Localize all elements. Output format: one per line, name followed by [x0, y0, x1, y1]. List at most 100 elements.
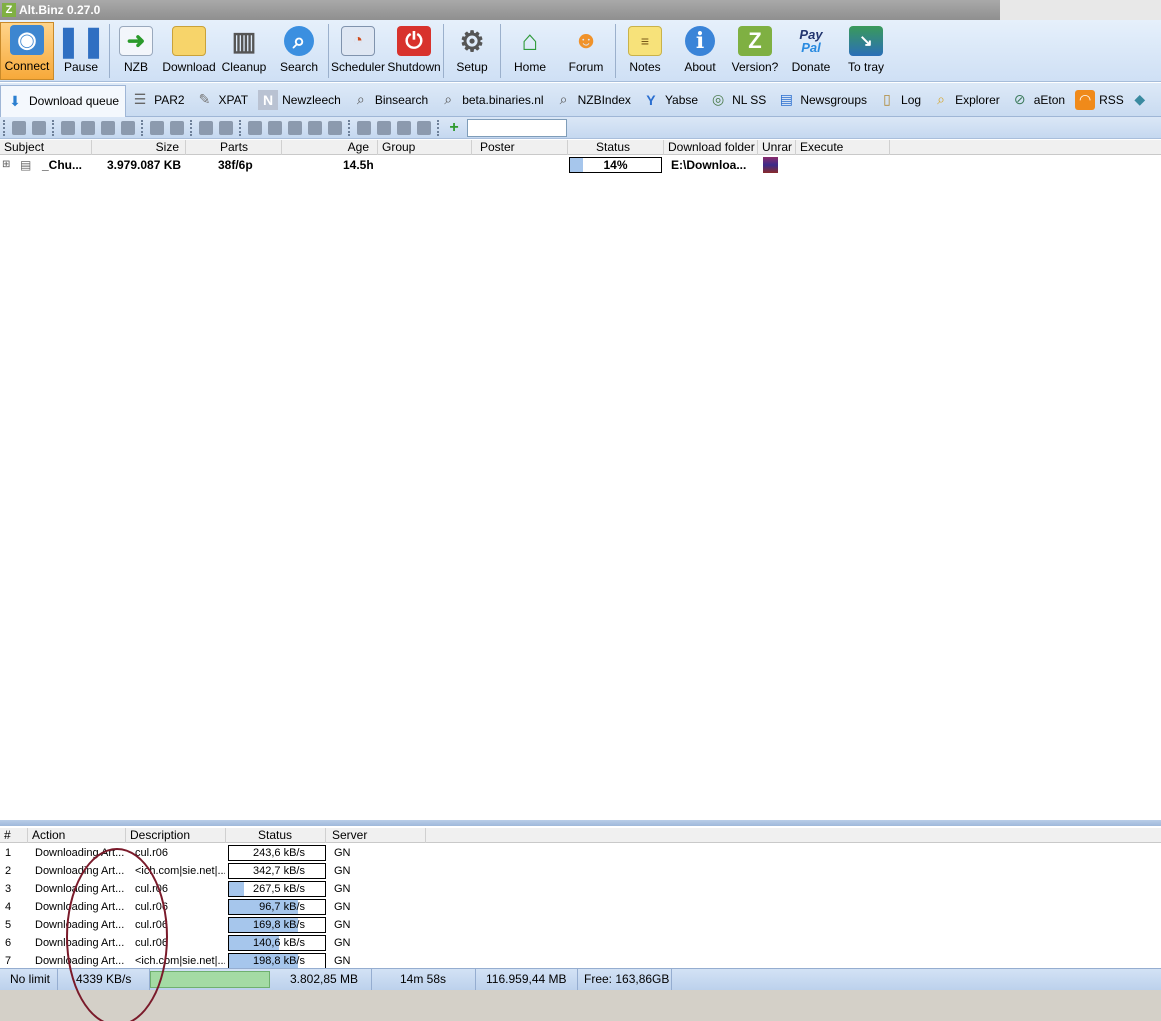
unrar-icon[interactable] — [763, 157, 778, 173]
notes-button[interactable]: ≡ Notes — [617, 22, 673, 80]
connect-button[interactable]: ◉ Connect — [0, 22, 54, 80]
select-icon[interactable] — [12, 120, 26, 135]
nzb-button[interactable]: ➜ NZB — [111, 22, 161, 80]
scheduler-label: Scheduler — [330, 60, 386, 74]
forum-button[interactable]: ☻ Forum — [558, 22, 614, 80]
tab-bar: ⬇ Download queue ☰ PAR2 ✎ XPAT N Newzlee… — [0, 83, 1161, 117]
ok-icon[interactable] — [328, 120, 342, 135]
tab-newzleech[interactable]: N Newzleech — [254, 85, 347, 115]
window-title: Alt.Binz 0.27.0 — [19, 3, 101, 17]
move-bottom-icon[interactable] — [121, 120, 135, 135]
column-subject[interactable]: Subject — [0, 140, 92, 155]
tab-nl-ss[interactable]: ◎ NL SS — [704, 85, 772, 115]
toolbar-separator — [615, 24, 616, 78]
filter-icon[interactable] — [199, 120, 213, 135]
clipboard-icon[interactable] — [32, 120, 46, 135]
stack-icon[interactable] — [397, 120, 411, 135]
tab-par2[interactable]: ☰ PAR2 — [126, 85, 190, 115]
connection-speed: 169,8 kB/s — [253, 919, 305, 931]
search-button[interactable]: ⌕ Search — [271, 22, 327, 80]
column-age[interactable]: Age — [282, 140, 378, 155]
tab-label: RSS — [1099, 92, 1124, 107]
move-down-icon[interactable] — [101, 120, 115, 135]
column-download-folder[interactable]: Download folder — [664, 140, 758, 155]
play-icon[interactable] — [308, 120, 322, 135]
tab-label: Binsearch — [374, 92, 429, 107]
connections-header: # Action Description Status Server — [0, 828, 1161, 843]
speed-limit[interactable]: No limit — [0, 969, 58, 990]
connection-row[interactable]: 6 Downloading Art... cul.r06 140,6 kB/s … — [0, 934, 1161, 952]
column-size[interactable]: Size — [92, 140, 186, 155]
stack-icon[interactable] — [377, 120, 391, 135]
tab-explorer[interactable]: ⌕ Explorer — [927, 85, 1006, 115]
connection-progress-bar: 342,7 kB/s — [228, 863, 326, 879]
column-unrar[interactable]: Unrar — [758, 140, 796, 155]
file-blank-icon[interactable] — [288, 120, 302, 135]
to-tray-label: To tray — [847, 60, 884, 74]
setup-button[interactable]: ⚙ Setup — [445, 22, 499, 80]
toolbar-separator — [500, 24, 501, 78]
queue-row[interactable]: ⊞ ▤ _Chu... 3.979.087 KB 38f/6p 14.5h 14… — [0, 156, 1161, 174]
column-connection-status[interactable]: Status — [226, 828, 326, 843]
move-up-icon[interactable] — [81, 120, 95, 135]
connection-row[interactable]: 4 Downloading Art... cul.r06 96,7 kB/s G… — [0, 898, 1161, 916]
tray-icon: ↘ — [849, 26, 883, 56]
about-button[interactable]: i About — [673, 22, 727, 80]
column-group[interactable]: Group — [378, 140, 472, 155]
tab-label: aEton — [1033, 92, 1066, 107]
pane-splitter[interactable] — [0, 820, 1161, 826]
tab-xpat[interactable]: ✎ XPAT — [191, 85, 255, 115]
tab-rss[interactable]: ◠ RSS — [1071, 85, 1130, 115]
connection-speed: 96,7 kB/s — [259, 901, 305, 913]
search-icon: ⌕ — [284, 26, 314, 56]
column-description[interactable]: Description — [126, 828, 226, 843]
tab-nzbindex[interactable]: ⌕ NZBIndex — [550, 85, 637, 115]
connection-row[interactable]: 3 Downloading Art... cul.r06 267,5 kB/s … — [0, 880, 1161, 898]
tab-log[interactable]: ▯ Log — [873, 85, 927, 115]
tab-newsgroups[interactable]: ▤ Newsgroups — [772, 85, 873, 115]
cleanup-button[interactable]: ▥ Cleanup — [217, 22, 271, 80]
connection-server: GN — [334, 847, 351, 859]
connection-row[interactable]: 5 Downloading Art... cul.r06 169,8 kB/s … — [0, 916, 1161, 934]
home-button[interactable]: ⌂ Home — [502, 22, 558, 80]
to-tray-button[interactable]: ↘ To tray — [839, 22, 893, 80]
column-number[interactable]: # — [0, 828, 28, 843]
tab-overflow[interactable]: ◆ — [1130, 85, 1154, 115]
tab-binsearch[interactable]: ⌕ Binsearch — [347, 85, 434, 115]
column-status[interactable]: Status — [568, 140, 664, 155]
connection-row[interactable]: 2 Downloading Art... <ich.com|sie.net|..… — [0, 862, 1161, 880]
file-icon[interactable] — [248, 120, 262, 135]
collapse-all-icon[interactable] — [170, 120, 184, 135]
queue-header: Subject Size Parts Age Group Poster Stat… — [0, 140, 1161, 155]
stack-icon[interactable] — [417, 120, 431, 135]
version-button[interactable]: Z Version? — [727, 22, 783, 80]
tab-download-queue[interactable]: ⬇ Download queue — [0, 84, 127, 117]
pause-button[interactable]: ❚❚ Pause — [54, 22, 108, 80]
column-server[interactable]: Server — [326, 828, 426, 843]
expand-all-icon[interactable] — [150, 120, 164, 135]
quick-filter-input[interactable] — [467, 118, 567, 137]
newsgroups-icon: ▤ — [779, 91, 793, 107]
stack-icon[interactable] — [357, 120, 371, 135]
total-size: 116.959,44 MB — [476, 969, 578, 990]
connection-row[interactable]: 1 Downloading Art... cul.r06 243,6 kB/s … — [0, 844, 1161, 862]
donate-button[interactable]: Pay Pal Donate — [783, 22, 839, 80]
toolbar-separator — [109, 24, 110, 78]
shutdown-button[interactable]: ⏻ Shutdown — [386, 22, 442, 80]
download-button[interactable]: Download — [161, 22, 217, 80]
column-execute[interactable]: Execute — [796, 140, 890, 155]
connection-progress-fill — [229, 882, 245, 896]
column-parts[interactable]: Parts — [186, 140, 282, 155]
tab-beta-binaries[interactable]: ⌕ beta.binaries.nl — [434, 85, 549, 115]
expand-icon[interactable]: ⊞ — [2, 156, 10, 174]
move-top-icon[interactable] — [61, 120, 75, 135]
column-poster[interactable]: Poster — [472, 140, 568, 155]
filter-all-icon[interactable] — [219, 120, 233, 135]
tab-aeton[interactable]: ⊘ aEton — [1006, 85, 1071, 115]
scheduler-button[interactable]: ◔ Scheduler — [330, 22, 386, 80]
add-icon[interactable]: + — [446, 119, 462, 136]
column-action[interactable]: Action — [28, 828, 126, 843]
file-copy-icon[interactable] — [268, 120, 282, 135]
tab-yabse[interactable]: Y Yabse — [637, 85, 704, 115]
tab-label: beta.binaries.nl — [462, 92, 544, 107]
